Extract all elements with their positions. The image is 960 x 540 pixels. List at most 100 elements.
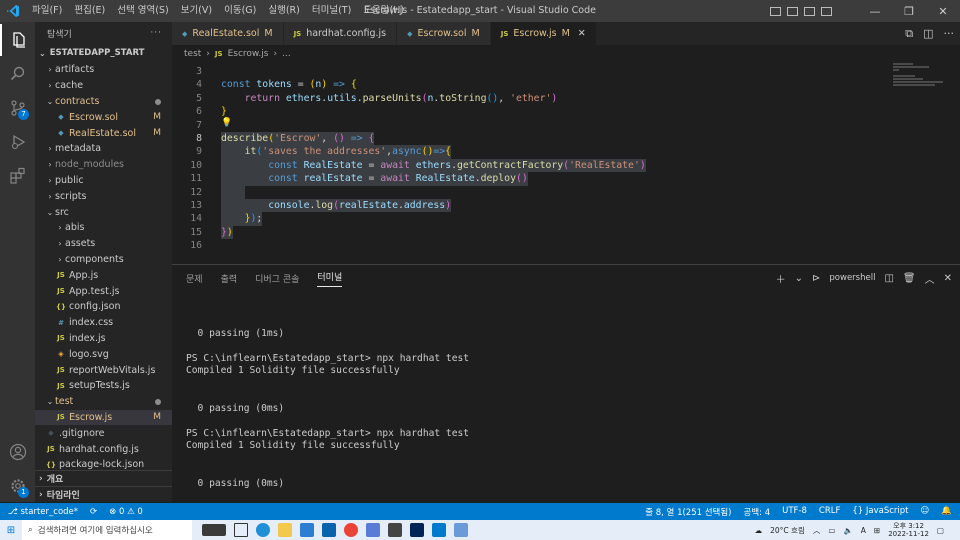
store-icon[interactable] [300, 523, 314, 537]
lightbulb-icon[interactable]: 💡 [221, 118, 232, 128]
tree-item[interactable]: ◆ RealEstate.sol M [35, 125, 172, 141]
tree-item[interactable]: ⌄ test [35, 394, 172, 410]
breadcrumb-item[interactable]: ... [282, 49, 291, 59]
powershell-icon[interactable] [410, 523, 424, 537]
customize-layout-icon[interactable] [821, 6, 832, 16]
workspace-root[interactable]: ⌄ ESTATEDAPP_START [35, 44, 172, 62]
menu-item[interactable]: 편집(E) [68, 0, 111, 22]
taskbar-search[interactable]: ⌕ 검색하려면 여기에 입력하십시오 [22, 520, 192, 540]
tree-item[interactable]: › assets [35, 236, 172, 252]
volume-icon[interactable]: 🔈 [843, 526, 852, 535]
close-window-button[interactable]: ✕ [926, 5, 960, 18]
more-actions-icon[interactable]: ··· [944, 27, 955, 40]
compare-icon[interactable]: ⧉ [905, 27, 913, 41]
app-icon[interactable] [454, 523, 468, 537]
menu-item[interactable]: 파일(F) [26, 0, 68, 22]
editor-tab[interactable]: JS hardhat.config.js [283, 22, 398, 45]
tree-item[interactable]: JS App.test.js [35, 283, 172, 299]
mail-icon[interactable] [322, 523, 336, 537]
menu-item[interactable]: 이동(G) [218, 0, 262, 22]
toggle-secondary-sidebar-icon[interactable] [804, 6, 815, 16]
tree-item[interactable]: JS App.js [35, 267, 172, 283]
split-editor-icon[interactable]: ◫ [923, 27, 933, 40]
tree-item[interactable]: JS setupTests.js [35, 378, 172, 394]
extensions-icon[interactable] [0, 160, 35, 192]
breadcrumb-item[interactable]: test [184, 49, 201, 59]
vscode-taskbar-icon[interactable] [432, 523, 446, 537]
new-terminal-icon[interactable]: ＋ [776, 271, 786, 286]
editor-tab[interactable]: JS Escrow.js M ✕ [490, 22, 597, 45]
outline-section[interactable]: › 개요 [35, 470, 172, 486]
panel-tab[interactable]: 문제 [186, 272, 203, 285]
tree-item[interactable]: ◆ .gitignore [35, 425, 172, 441]
windows-start-icon[interactable]: ⊞ [0, 525, 22, 536]
language-mode[interactable]: {} JavaScript [852, 506, 908, 518]
tree-item[interactable]: › cache [35, 78, 172, 94]
terminal-shell-label[interactable]: powershell [829, 273, 875, 283]
minimap[interactable] [893, 62, 951, 262]
app-icon[interactable] [388, 523, 402, 537]
breadcrumb-item[interactable]: Escrow.js [228, 49, 269, 59]
app-icon[interactable] [366, 523, 380, 537]
tree-item[interactable]: ⌄ src [35, 204, 172, 220]
menu-item[interactable]: 선택 영역(S) [111, 0, 174, 22]
editor-tab[interactable]: ◆ RealEstate.sol M [172, 22, 284, 45]
maximize-panel-icon[interactable]: ︿ [925, 271, 935, 286]
tree-item[interactable]: JS hardhat.config.js [35, 441, 172, 457]
minimize-button[interactable]: — [858, 5, 892, 18]
tree-item[interactable]: # index.css [35, 315, 172, 331]
eol-status[interactable]: CRLF [819, 506, 840, 518]
tree-item[interactable]: › components [35, 252, 172, 268]
tree-item[interactable]: ◆ Escrow.sol M [35, 109, 172, 125]
menu-item[interactable]: 보기(V) [175, 0, 218, 22]
code-editor[interactable]: 3 4 const tokens = (n) => { 5 return ethe… [172, 62, 890, 262]
run-debug-icon[interactable] [0, 126, 35, 158]
tree-item[interactable]: {} config.json [35, 299, 172, 315]
close-tab-icon[interactable]: ✕ [578, 28, 586, 39]
terminal-dropdown-icon[interactable]: ⌄ [795, 273, 803, 284]
terminal-output[interactable]: 0 passing (1ms) PS C:\inflearn\Estatedapp… [186, 315, 469, 515]
tree-item[interactable]: ◈ logo.svg [35, 346, 172, 362]
problems-status[interactable]: ⊗ 0 ⚠ 0 [109, 507, 143, 517]
explorer-icon[interactable] [0, 24, 35, 56]
tray-chevron-icon[interactable]: ︿ [813, 525, 821, 536]
source-control-icon[interactable]: 7 [0, 92, 35, 124]
tree-item[interactable]: › artifacts [35, 62, 172, 78]
tree-item[interactable]: ⌄ contracts [35, 94, 172, 110]
close-panel-icon[interactable]: ✕ [944, 273, 952, 284]
more-actions-icon[interactable]: ··· [150, 28, 162, 38]
encoding-status[interactable]: UTF-8 [782, 506, 807, 518]
notification-center-icon[interactable]: ▢ [937, 526, 944, 535]
kill-terminal-icon[interactable]: 🗑 [903, 273, 916, 284]
edge-icon[interactable] [256, 523, 270, 537]
ime-icon[interactable]: ⊞ [874, 526, 880, 535]
tree-item[interactable]: JS Escrow.js M [35, 409, 172, 426]
tree-item[interactable]: › public [35, 173, 172, 189]
clock[interactable]: 오후 3:12 2022-11-12 [888, 522, 929, 538]
account-icon[interactable] [0, 436, 35, 468]
settings-gear-icon[interactable]: 1 [0, 470, 35, 502]
tree-item[interactable]: JS index.js [35, 331, 172, 347]
feedback-icon[interactable]: ☺ [921, 506, 930, 518]
toggle-panel-icon[interactable] [787, 6, 798, 16]
branch-status[interactable]: ⎇ starter_code* [8, 507, 78, 517]
sync-icon[interactable]: ⟳ [90, 507, 97, 517]
menu-item[interactable]: 터미널(T) [306, 0, 357, 22]
indentation-status[interactable]: 공백: 4 [744, 506, 771, 518]
cortana-image-icon[interactable] [202, 524, 226, 536]
maximize-button[interactable]: ❐ [892, 5, 926, 18]
tree-item[interactable]: › scripts [35, 188, 172, 204]
toggle-sidebar-icon[interactable] [770, 6, 781, 16]
chrome-icon[interactable] [344, 523, 358, 537]
ime-indicator[interactable]: A [861, 526, 866, 535]
timeline-section[interactable]: › 타임라인 [35, 486, 172, 502]
menu-item[interactable]: 실행(R) [262, 0, 306, 22]
notifications-icon[interactable]: 🔔 [941, 506, 952, 518]
split-terminal-icon[interactable]: ◫ [884, 273, 893, 284]
task-view-icon[interactable] [234, 523, 248, 537]
cursor-position[interactable]: 줄 8, 열 1(251 선택됨) [645, 506, 731, 518]
panel-tab[interactable]: 터미널 [317, 270, 343, 287]
menu-item[interactable]: 도움말(H) [357, 0, 410, 22]
editor-tab[interactable]: ◆ Escrow.sol M [397, 22, 491, 45]
tree-item[interactable]: › node_modules [35, 157, 172, 173]
